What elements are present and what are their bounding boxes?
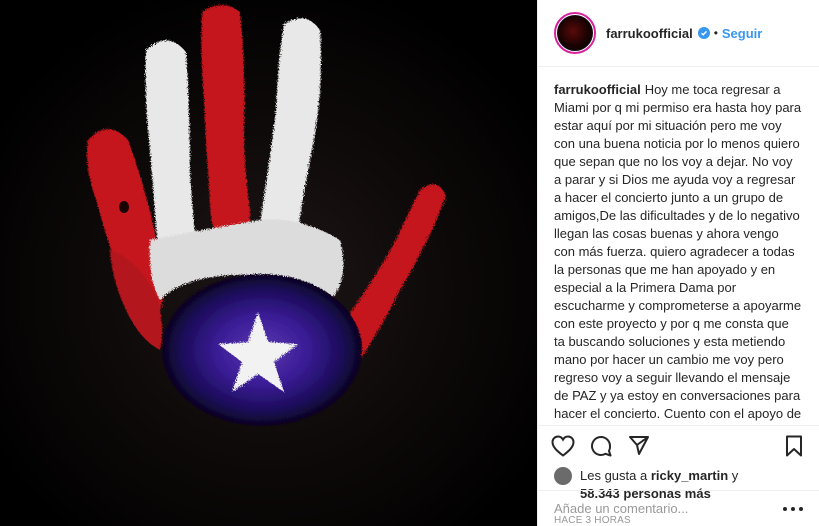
instagram-post: farrukoofficial • Seguir farrukoofficial… xyxy=(0,0,819,526)
liker-avatar[interactable] xyxy=(554,467,572,485)
likes-user-link[interactable]: ricky_martin xyxy=(651,468,728,483)
action-bar xyxy=(538,425,819,465)
avatar[interactable] xyxy=(557,15,593,51)
hand-flag-artwork xyxy=(0,0,537,526)
caption-text: Hoy me toca regresar a Miami por q mi pe… xyxy=(554,82,802,425)
story-ring[interactable] xyxy=(554,12,596,54)
post-image[interactable] xyxy=(0,0,537,526)
bookmark-icon[interactable] xyxy=(781,433,807,459)
follow-button[interactable]: Seguir xyxy=(722,26,762,41)
comment-form xyxy=(538,490,819,526)
speech-bubble-icon[interactable] xyxy=(588,433,614,459)
header-separator: • xyxy=(713,26,718,40)
post-sidebar: farrukoofficial • Seguir farrukoofficial… xyxy=(537,0,819,526)
likes-prefix: Les gusta a xyxy=(580,468,648,483)
caption-scroll-area[interactable]: farrukoofficial Hoy me toca regresar a Mi… xyxy=(538,67,819,425)
caption: farrukoofficial Hoy me toca regresar a Mi… xyxy=(554,81,803,425)
paper-plane-icon[interactable] xyxy=(626,433,652,459)
comment-input[interactable] xyxy=(554,501,783,516)
post-header: farrukoofficial • Seguir xyxy=(538,0,819,67)
likes-conjunction: y xyxy=(731,468,739,483)
caption-username[interactable]: farrukoofficial xyxy=(554,82,641,97)
verified-badge-icon xyxy=(697,27,710,39)
header-username[interactable]: farrukoofficial xyxy=(606,26,693,41)
more-options-icon[interactable] xyxy=(783,501,803,517)
heart-icon[interactable] xyxy=(550,433,576,459)
